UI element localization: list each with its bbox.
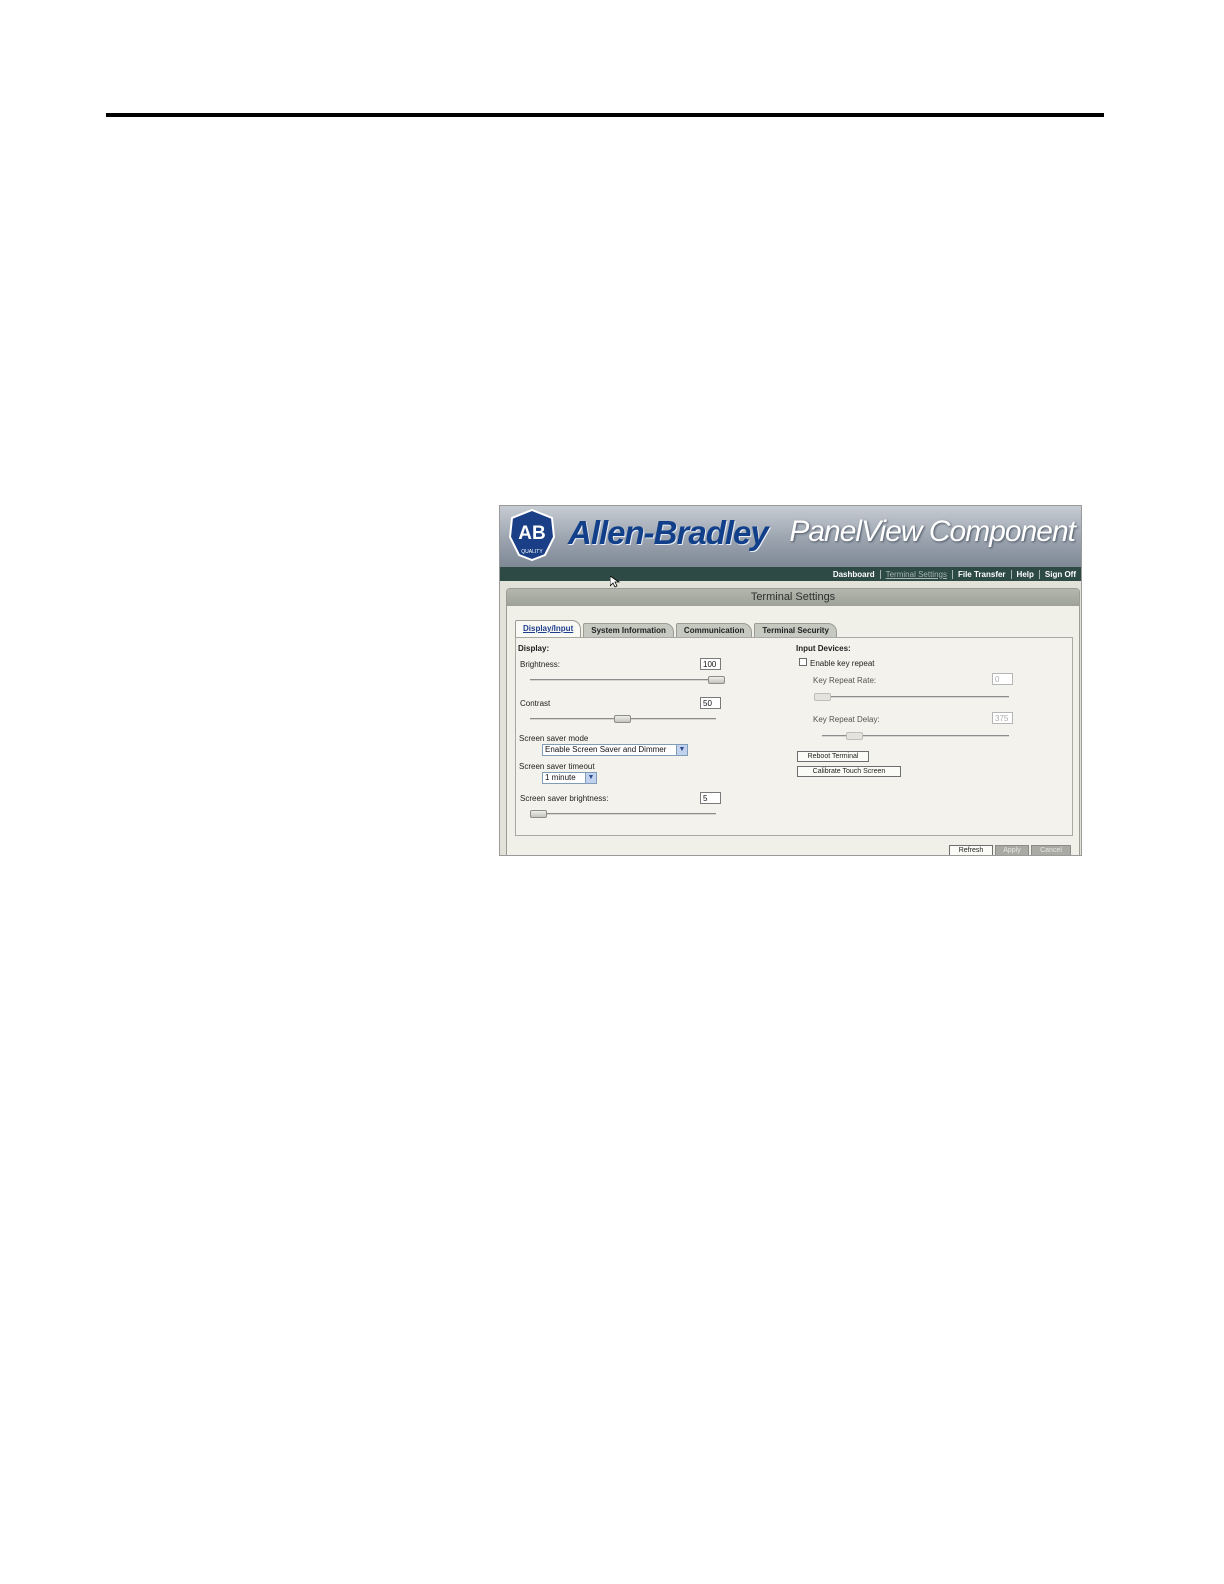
key-repeat-rate-slider-track[interactable] — [816, 696, 1009, 698]
input-devices-heading: Input Devices: — [796, 644, 851, 653]
screen-saver-mode-select[interactable]: Enable Screen Saver and Dimmer ▼ — [542, 744, 688, 756]
screen-saver-brightness-slider-track[interactable] — [530, 813, 716, 815]
top-nav: Dashboard Terminal Settings File Transfe… — [500, 567, 1081, 581]
enable-key-repeat-checkbox[interactable] — [799, 658, 807, 666]
panel-title: Terminal Settings — [507, 589, 1079, 606]
tab-terminal-security[interactable]: Terminal Security — [754, 623, 837, 637]
tab-communication[interactable]: Communication — [675, 623, 753, 637]
key-repeat-delay-label: Key Repeat Delay: — [813, 715, 880, 724]
key-repeat-rate-label: Key Repeat Rate: — [813, 676, 877, 685]
chevron-down-icon: ▼ — [676, 745, 687, 755]
product-name: PanelView Component — [789, 515, 1076, 548]
screen-saver-mode-value: Enable Screen Saver and Dimmer — [545, 745, 667, 754]
tab-system-information[interactable]: System Information — [583, 623, 674, 637]
browser-screenshot: AB QUALITY Allen-Bradley PanelView Compo… — [499, 505, 1082, 856]
nav-file-transfer[interactable]: File Transfer — [953, 570, 1011, 579]
header-banner: AB QUALITY Allen-Bradley PanelView Compo… — [500, 506, 1081, 567]
nav-help[interactable]: Help — [1012, 570, 1039, 579]
screen-saver-timeout-select[interactable]: 1 minute ▼ — [542, 772, 597, 784]
screen-saver-timeout-label: Screen saver timeout — [519, 762, 595, 771]
brightness-label: Brightness: — [520, 660, 561, 669]
brightness-field[interactable]: 100 — [700, 658, 721, 670]
key-repeat-rate-field[interactable]: 0 — [992, 673, 1013, 685]
tab-bar: Display/Input System Information Communi… — [515, 619, 839, 637]
tab-content: Display: Brightness: 100 Contrast 50 Scr… — [515, 637, 1073, 836]
contrast-field[interactable]: 50 — [700, 697, 721, 709]
logo-text: AB — [518, 523, 545, 544]
key-repeat-delay-slider-thumb[interactable] — [846, 732, 863, 740]
chevron-down-icon: ▼ — [585, 773, 596, 783]
terminal-settings-panel: Terminal Settings Display/Input System I… — [506, 588, 1080, 855]
nav-dashboard[interactable]: Dashboard — [828, 570, 880, 579]
brand-name: Allen-Bradley — [568, 514, 769, 551]
enable-key-repeat-label: Enable key repeat — [810, 659, 875, 668]
key-repeat-delay-field[interactable]: 375 — [992, 712, 1013, 724]
screen-saver-brightness-slider-thumb[interactable] — [530, 810, 547, 818]
page-top-rule — [106, 113, 1104, 117]
screen-saver-mode-label: Screen saver mode — [519, 734, 589, 743]
apply-button[interactable]: Apply — [995, 845, 1029, 855]
contrast-label: Contrast — [520, 699, 551, 708]
screen-saver-timeout-value: 1 minute — [545, 773, 576, 782]
tab-display-input[interactable]: Display/Input — [515, 620, 582, 637]
key-repeat-rate-slider-thumb[interactable] — [814, 693, 831, 701]
nav-terminal-settings[interactable]: Terminal Settings — [881, 570, 952, 579]
brightness-slider-thumb[interactable] — [708, 676, 725, 684]
contrast-slider-thumb[interactable] — [614, 715, 631, 723]
allen-bradley-logo-icon: AB QUALITY — [509, 509, 555, 561]
refresh-button[interactable]: Refresh — [949, 845, 993, 855]
screen-saver-brightness-field[interactable]: 5 — [700, 792, 721, 804]
nav-sign-off[interactable]: Sign Off — [1040, 570, 1081, 579]
mouse-cursor-icon — [610, 576, 620, 588]
calibrate-touch-screen-button[interactable]: Calibrate Touch Screen — [797, 766, 901, 777]
logo-subtext: QUALITY — [521, 549, 543, 555]
cancel-button[interactable]: Cancel — [1031, 845, 1071, 855]
screen-saver-brightness-label: Screen saver brightness: — [520, 794, 609, 803]
brightness-slider-track[interactable] — [530, 679, 724, 681]
display-heading: Display: — [518, 644, 550, 653]
reboot-terminal-button[interactable]: Reboot Terminal — [797, 751, 869, 762]
